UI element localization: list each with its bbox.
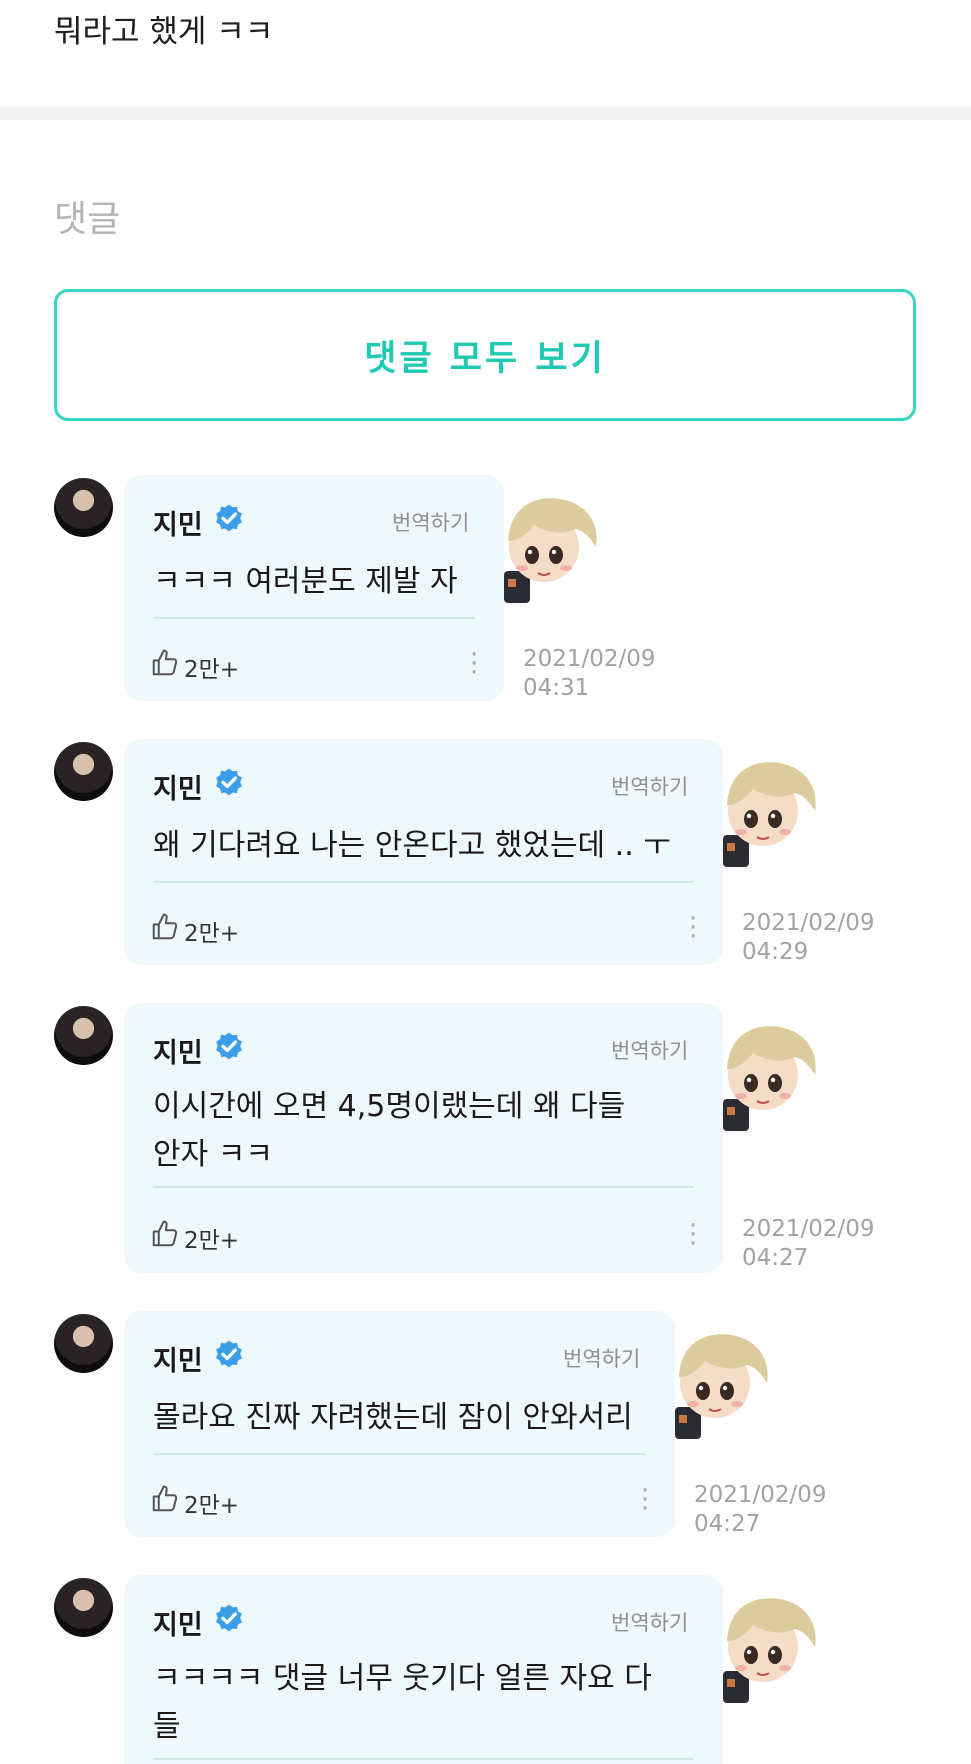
blonde-character-sticker [723, 762, 816, 867]
comment-author[interactable]: 지민 [153, 503, 203, 542]
comment-item: 지민 번역하기 ㅋㅋㅋ 여러분도 제발 자 2만+ · · · 2021/02/09… [0, 475, 971, 705]
comment-text: ㅋㅋㅋ 여러분도 제발 자 [153, 564, 458, 599]
thumbs-up-icon[interactable] [150, 1219, 180, 1249]
like-count: 2만+ [184, 1493, 240, 1519]
comment-bubble: 지민 번역하기 몰라요 진짜 자려했는데 잠이 안와서리 2만+ · · · [124, 1311, 675, 1537]
comment-bubble: 지민 번역하기 ㅋㅋㅋㅋ 댓글 너무 웃기다 얼른 자요 다들 [124, 1575, 723, 1764]
comment-date: 2021/02/09 [742, 1216, 875, 1242]
avatar[interactable] [54, 1314, 113, 1373]
translate-button[interactable]: 번역하기 [611, 1607, 688, 1637]
thumbs-up-icon[interactable] [150, 648, 180, 678]
view-all-comments-button[interactable]: 댓글 모두 보기 [54, 289, 916, 421]
verified-badge-icon [216, 1604, 242, 1632]
comment-date: 2021/02/09 [523, 646, 656, 672]
comment-date: 2021/02/09 [694, 1482, 827, 1508]
more-vertical-icon[interactable]: · · · [689, 1213, 697, 1257]
comment-separator [153, 1453, 646, 1455]
comment-text: ㅋㅋㅋㅋ 댓글 너무 웃기다 얼른 자요 다들 [153, 1661, 652, 1744]
avatar[interactable] [54, 478, 113, 537]
comment-time: 04:29 [742, 939, 809, 965]
blonde-character-sticker [723, 1598, 816, 1703]
verified-badge-icon [216, 1032, 242, 1060]
comments-section-title: 댓글 [54, 199, 121, 240]
comment-bubble: 지민 번역하기 왜 기다려요 나는 안온다고 했었는데 .. ㅜ 2만+ · · · [124, 739, 723, 965]
like-count: 2만+ [184, 657, 240, 683]
avatar[interactable] [54, 742, 113, 801]
comment-separator [153, 1186, 694, 1188]
comment-timestamp: 2021/02/09 04:27 [742, 1215, 875, 1273]
comment-item: 지민 번역하기 ㅋㅋㅋㅋ 댓글 너무 웃기다 얼른 자요 다들 [0, 1575, 971, 1764]
comment-time: 04:31 [523, 675, 590, 701]
like-count: 2만+ [184, 921, 240, 947]
comment-author[interactable]: 지민 [153, 1603, 203, 1642]
more-vertical-icon[interactable]: · · · [470, 642, 478, 686]
translate-button[interactable]: 번역하기 [611, 771, 688, 801]
comment-bubble: 지민 번역하기 이시간에 오면 4,5명이랬는데 왜 다들 안자 ㅋㅋ 2만+ … [124, 1003, 723, 1273]
comment-bubble: 지민 번역하기 ㅋㅋㅋ 여러분도 제발 자 2만+ · · · [124, 475, 504, 701]
avatar[interactable] [54, 1578, 113, 1637]
thumbs-up-icon[interactable] [150, 912, 180, 942]
comment-time: 04:27 [742, 1245, 809, 1271]
blonde-character-sticker [723, 1026, 816, 1131]
comment-text: 몰라요 진짜 자려했는데 잠이 안와서리 [153, 1400, 633, 1435]
comment-text: 이시간에 오면 4,5명이랬는데 왜 다들 안자 ㅋㅋ [153, 1089, 626, 1172]
comment-author[interactable]: 지민 [153, 1339, 203, 1378]
comment-time: 04:27 [694, 1511, 761, 1537]
verified-badge-icon [216, 1340, 242, 1368]
comment-item: 지민 번역하기 왜 기다려요 나는 안온다고 했었는데 .. ㅜ 2만+ · · ·… [0, 739, 971, 969]
translate-button[interactable]: 번역하기 [392, 507, 469, 537]
comment-timestamp: 2021/02/09 04:31 [523, 645, 656, 703]
more-vertical-icon[interactable]: · · · [689, 906, 697, 950]
avatar[interactable] [54, 1006, 113, 1065]
more-vertical-icon[interactable]: · · · [641, 1478, 649, 1522]
verified-badge-icon [216, 768, 242, 796]
comment-date: 2021/02/09 [742, 910, 875, 936]
comment-separator [153, 1758, 694, 1760]
blonde-character-sticker [675, 1334, 768, 1439]
comment-author[interactable]: 지민 [153, 767, 203, 806]
comment-author[interactable]: 지민 [153, 1031, 203, 1070]
comment-timestamp: 2021/02/09 04:29 [742, 909, 875, 967]
comment-timestamp: 2021/02/09 04:27 [694, 1481, 827, 1539]
blonde-character-sticker [504, 498, 597, 603]
section-divider [0, 106, 971, 120]
comment-separator [153, 617, 475, 619]
comment-item: 지민 번역하기 몰라요 진짜 자려했는데 잠이 안와서리 2만+ · · · 202… [0, 1311, 971, 1541]
like-count: 2만+ [184, 1228, 240, 1254]
thumbs-up-icon[interactable] [150, 1484, 180, 1514]
comment-separator [153, 881, 694, 883]
post-text: 뭐라고 했게 ㅋㅋ [54, 14, 274, 50]
translate-button[interactable]: 번역하기 [611, 1035, 688, 1065]
comment-item: 지민 번역하기 이시간에 오면 4,5명이랬는데 왜 다들 안자 ㅋㅋ 2만+ … [0, 1003, 971, 1278]
translate-button[interactable]: 번역하기 [563, 1343, 640, 1373]
verified-badge-icon [216, 504, 242, 532]
comment-text: 왜 기다려요 나는 안온다고 했었는데 .. ㅜ [153, 828, 671, 863]
